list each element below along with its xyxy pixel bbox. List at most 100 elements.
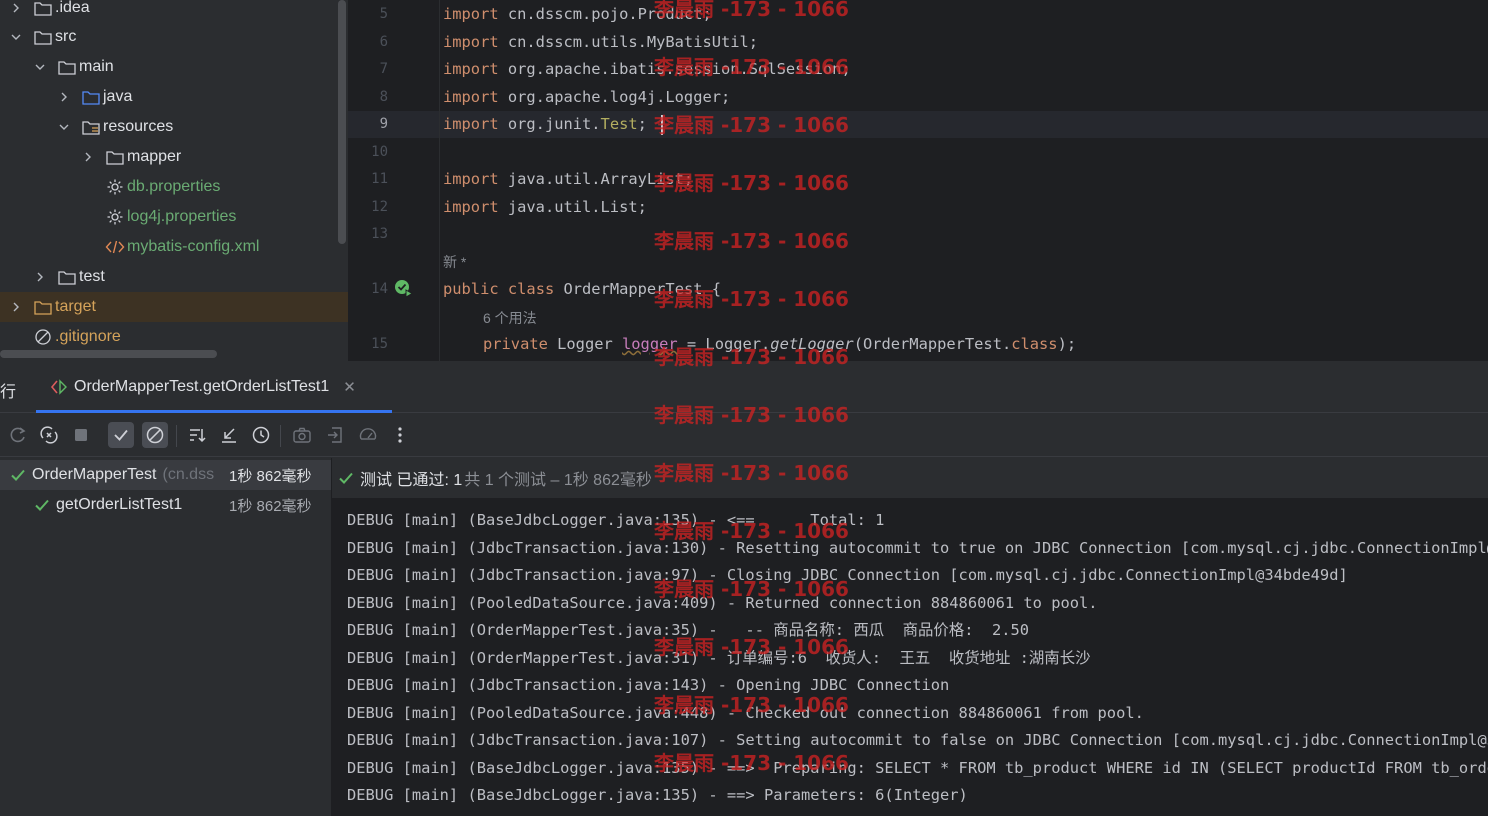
show-ignored-icon[interactable] — [142, 422, 168, 448]
code-line-6: import cn.dsscm.utils.MyBatisUtil; — [443, 33, 759, 51]
check-icon — [34, 497, 50, 513]
test-duration: 1秒 862毫秒 — [229, 467, 312, 485]
console-line: DEBUG [main] (PooledDataSource.java:409)… — [347, 593, 1098, 612]
folder-icon — [32, 28, 54, 46]
excluded-folder-icon — [32, 298, 54, 316]
test-status-bar: 测试 已通过: 1 共 1 个测试 – 1秒 862毫秒 — [332, 458, 1488, 498]
line-number: 13 — [371, 226, 388, 242]
console-output[interactable]: DEBUG [main] (BaseJdbcLogger.java:135) -… — [332, 498, 1488, 816]
console-line: DEBUG [main] (JdbcTransaction.java:130) … — [347, 538, 1488, 557]
gear-icon — [104, 178, 126, 196]
tree-item-idea[interactable]: .idea — [0, 0, 348, 23]
tree-item-test[interactable]: test — [0, 262, 348, 292]
tree-item-db-properties[interactable]: db.properties — [0, 172, 348, 202]
tree-item-log4j-properties[interactable]: log4j.properties — [0, 202, 348, 232]
chevron-right-icon[interactable] — [56, 89, 72, 105]
line-number: 8 — [379, 89, 388, 105]
line-number: 9 — [379, 116, 388, 132]
code-editor[interactable]: 5 6 7 8 9 10 11 12 13 14 15 import cn.ds… — [348, 0, 1488, 361]
sort-icon[interactable] — [184, 422, 210, 448]
folder-icon — [56, 58, 78, 76]
screenshot-icon[interactable] — [289, 422, 315, 448]
chevron-right-icon[interactable] — [32, 269, 48, 285]
check-icon — [338, 470, 354, 486]
chevron-down-icon[interactable] — [56, 119, 72, 135]
run-panel-title: 行 — [0, 384, 17, 401]
chevron-down-icon[interactable] — [32, 59, 48, 75]
console-line: DEBUG [main] (JdbcTransaction.java:97) -… — [347, 566, 1348, 584]
more-icon[interactable] — [387, 422, 413, 448]
line-number: 5 — [379, 6, 388, 22]
test-method-row[interactable]: getOrderListTest1 1秒 862毫秒 — [0, 490, 331, 520]
line-number: 11 — [371, 171, 388, 187]
text-caret — [661, 115, 663, 135]
close-icon[interactable]: ✕ — [343, 378, 356, 396]
coverage-icon[interactable] — [355, 422, 381, 448]
folder-icon — [32, 0, 54, 17]
check-icon — [10, 467, 26, 483]
chevron-down-icon[interactable] — [8, 29, 24, 45]
console-line: DEBUG [main] (JdbcTransaction.java:107) … — [347, 731, 1488, 749]
run-tab-bar: 行 OrderMapperTest.getOrderListTest1 ✕ — [0, 361, 1488, 413]
run-tab-label: OrderMapperTest.getOrderListTest1 — [74, 378, 330, 395]
line-number: 6 — [379, 34, 388, 50]
inlay-usages-hint[interactable]: 6 个用法 — [483, 309, 537, 327]
tree-item-resources[interactable]: resources — [0, 112, 348, 142]
code-line-12: import java.util.List; — [443, 198, 647, 216]
line-number: 14 — [371, 281, 388, 297]
console-line: DEBUG [main] (PooledDataSource.java:448)… — [347, 703, 1144, 722]
tree-item-gitignore[interactable]: .gitignore — [0, 322, 348, 352]
test-method-name: getOrderListTest1 — [56, 496, 183, 513]
tree-item-main[interactable]: main — [0, 52, 348, 82]
code-line-5: import cn.dsscm.pojo.Product; — [443, 5, 712, 23]
collapse-icon[interactable] — [216, 422, 242, 448]
code-line-15: private Logger logger = Logger.getLogger… — [483, 335, 1077, 353]
tree-item-target[interactable]: target — [0, 292, 348, 322]
console-line: DEBUG [main] (BaseJdbcLogger.java:135) -… — [347, 758, 1488, 777]
line-number: 15 — [371, 336, 388, 352]
code-line-7: import org.apache.ibatis.session.SqlSess… — [443, 60, 851, 78]
console-line: DEBUG [main] (OrderMapperTest.java:31) -… — [347, 648, 1091, 667]
tree-item-src[interactable]: src — [0, 22, 348, 52]
test-results-tree: OrderMapperTest (cn.dss 1秒 862毫秒 getOrde… — [0, 458, 331, 816]
tree-item-mybatis-config[interactable]: mybatis-config.xml — [0, 232, 348, 262]
export-icon[interactable] — [323, 422, 349, 448]
chevron-right-icon[interactable] — [80, 149, 96, 165]
stop-icon[interactable] — [68, 422, 94, 448]
tree-item-mapper[interactable]: mapper — [0, 142, 348, 172]
tree-horizontal-scrollbar[interactable] — [0, 350, 217, 358]
run-toolbar — [0, 413, 1488, 457]
chevron-right-icon[interactable] — [8, 299, 24, 315]
test-suite-name: OrderMapperTest — [32, 466, 157, 483]
ignored-file-icon — [32, 328, 54, 346]
chevron-right-icon[interactable] — [8, 0, 24, 16]
resources-folder-icon — [80, 118, 102, 136]
folder-icon — [56, 268, 78, 286]
xml-file-icon — [104, 238, 126, 256]
history-icon[interactable] — [248, 422, 274, 448]
code-line-11: import java.util.ArrayList; — [443, 170, 694, 188]
rerun-failed-icon[interactable] — [36, 422, 62, 448]
line-number: 10 — [371, 144, 388, 160]
tests-summary: 共 1 个测试 – 1秒 862毫秒 — [464, 472, 652, 489]
console-line: DEBUG [main] (OrderMapperTest.java:35) -… — [347, 621, 1030, 639]
rerun-icon[interactable] — [5, 422, 31, 448]
source-folder-icon — [80, 88, 102, 106]
folder-icon — [104, 148, 126, 166]
inlay-author-hint[interactable]: 新 * — [443, 253, 466, 271]
show-passed-icon[interactable] — [108, 422, 134, 448]
toolbar-separator — [176, 425, 177, 447]
test-suite-row[interactable]: OrderMapperTest (cn.dss 1秒 862毫秒 — [0, 460, 331, 490]
run-tab[interactable]: OrderMapperTest.getOrderListTest1 ✕ — [38, 361, 356, 413]
project-tree: .idea src main java resources mapper db.… — [0, 0, 348, 361]
console-line: DEBUG [main] (BaseJdbcLogger.java:135) -… — [347, 786, 968, 804]
test-suite-package: (cn.dss — [162, 466, 215, 483]
tree-item-java[interactable]: java — [0, 82, 348, 112]
code-line-9: import org.junit.Test; — [443, 115, 647, 133]
gear-icon — [104, 208, 126, 226]
console-line: DEBUG [main] (JdbcTransaction.java:143) … — [347, 676, 950, 694]
run-test-gutter-icon[interactable] — [394, 279, 414, 299]
tree-vertical-scrollbar[interactable] — [338, 0, 346, 244]
run-tool-window: 行 OrderMapperTest.getOrderListTest1 ✕ Or… — [0, 361, 1488, 816]
console-line: DEBUG [main] (BaseJdbcLogger.java:135) -… — [347, 511, 885, 529]
